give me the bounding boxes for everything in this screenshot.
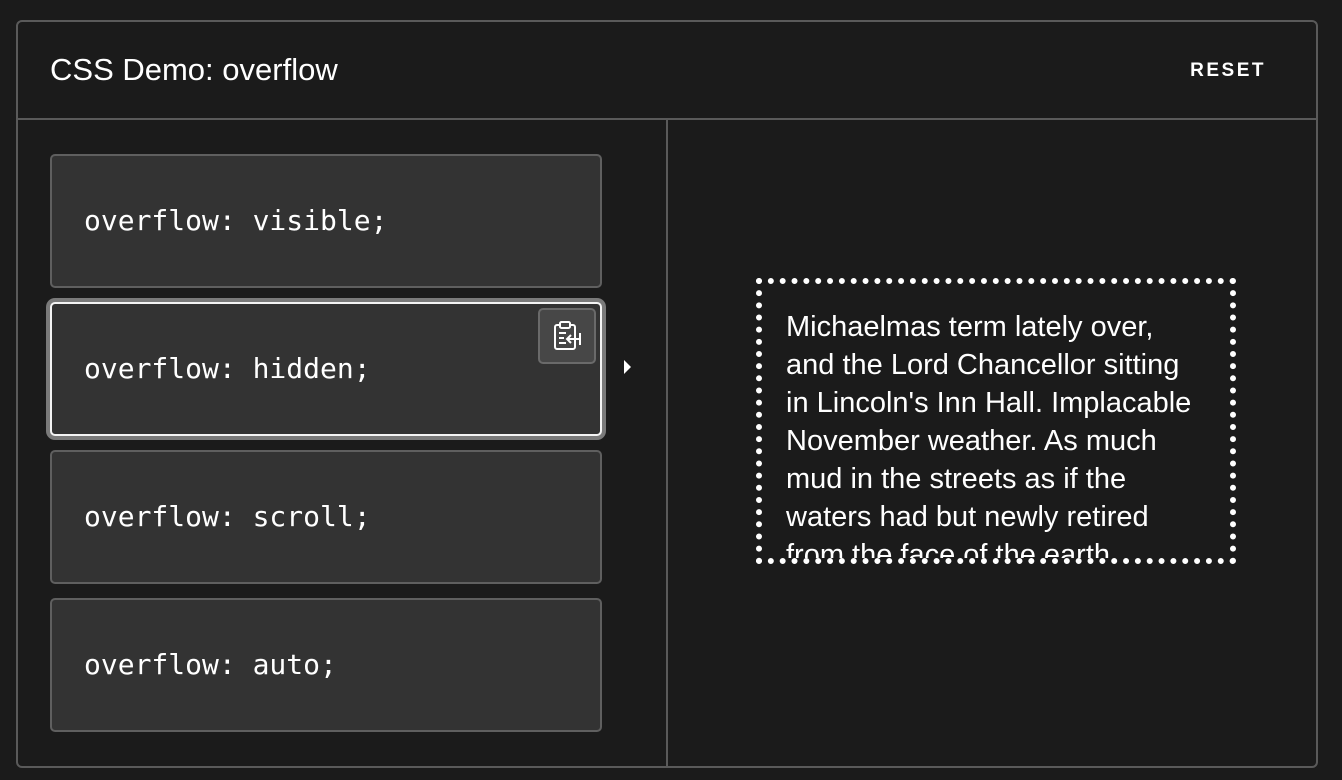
- option-code: overflow: visible;: [84, 204, 388, 237]
- option-overflow-visible[interactable]: overflow: visible;: [50, 154, 602, 288]
- option-code: overflow: hidden;: [84, 352, 371, 385]
- option-code: overflow: scroll;: [84, 500, 371, 533]
- demo-paragraph: Michaelmas term lately over, and the Lor…: [786, 311, 1192, 564]
- copy-button[interactable]: [538, 308, 596, 364]
- option-overflow-hidden[interactable]: overflow: hidden;: [50, 302, 602, 436]
- overflow-demo-box: Michaelmas term lately over, and the Lor…: [756, 278, 1236, 564]
- option-code: overflow: auto;: [84, 648, 337, 681]
- options-pane: overflow: visible; overflow: hidden; ove…: [18, 120, 668, 766]
- demo-frame: CSS Demo: overflow RESET overflow: visib…: [16, 20, 1318, 768]
- option-overflow-scroll[interactable]: overflow: scroll;: [50, 450, 602, 584]
- reset-button[interactable]: RESET: [1190, 60, 1266, 82]
- output-pane: Michaelmas term lately over, and the Lor…: [668, 120, 1316, 766]
- option-overflow-auto[interactable]: overflow: auto;: [50, 598, 602, 732]
- clipboard-copy-icon: [554, 321, 581, 350]
- selected-indicator-arrow-icon: [624, 360, 631, 374]
- demo-title: CSS Demo: overflow: [50, 52, 338, 87]
- demo-header: CSS Demo: overflow RESET: [18, 22, 1316, 120]
